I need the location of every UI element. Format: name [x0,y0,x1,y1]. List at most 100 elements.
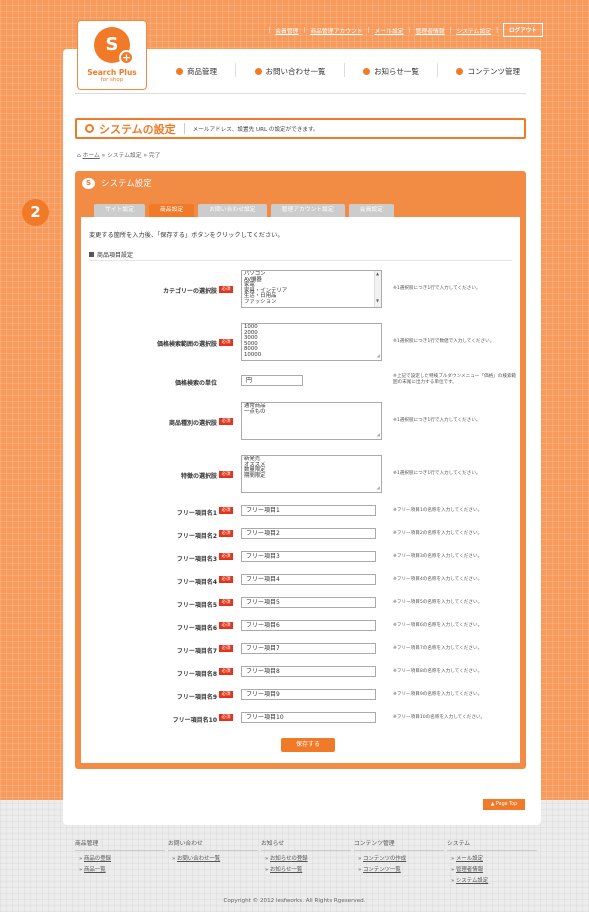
footer-col-news: お知らせ » お知らせの登録 » お知らせ一覧 [261,838,351,873]
footer-link[interactable]: システム設定 [456,878,488,884]
copyright: Copyright © 2012 lesfworks. All Rights R… [223,898,366,904]
logo[interactable]: S + Search Plus for shop [77,20,147,90]
required-badge: 必須 [219,530,233,537]
footer-link[interactable]: 管理者情報 [456,867,483,873]
footer-link[interactable]: 商品の登録 [84,856,111,862]
footer-col-inquiries: お問い合わせ » お問い合わせ一覧 [168,838,258,862]
tab-admin-account[interactable]: 管理アカウント設定 [270,204,345,217]
free-item-input[interactable]: フリー項目1 [241,505,376,516]
instruction-text: 変更する箇所を入力後、「保存する」ボタンをクリックしてください。 [89,232,284,239]
tab-member[interactable]: 会員設定 [348,204,394,217]
bullet-icon [176,68,183,75]
free-item-note: ※フリー項目6の名称を入力してください。 [393,623,483,628]
free-item-note: ※フリー項目9の名称を入力してください。 [393,692,483,697]
features-note: ※1選択肢につき1行で入力してください。 [393,471,481,476]
required-badge: 必須 [219,668,233,675]
link-product-account[interactable]: 商品管理アカウント [310,26,362,35]
bullet-icon [363,68,371,75]
link-system-settings[interactable]: システム設定 [456,26,491,35]
page-title-box: システムの設定 メールアドレス、設置先 URL の設定ができます。 [75,118,526,139]
product-type-textarea[interactable]: 通常商品 一点もの ◢ [241,402,382,440]
nav-contents[interactable]: コンテンツ管理 [450,66,526,77]
settings-logo-icon: S [82,177,95,189]
link-admin-info[interactable]: 管理者情報 [416,26,445,35]
features-textarea[interactable]: 新発売 オススメ 数量限定 期間限定 ◢ [241,455,382,493]
free-item-note: ※フリー項目4の名称を入力してください。 [393,577,483,582]
free-item-input[interactable]: フリー項目5 [241,597,376,608]
settings-tabs: サイト設定 商品設定 お問い合わせ設定 管理アカウント設定 会員設定 [94,204,394,217]
tab-site[interactable]: サイト設定 [94,204,145,217]
logout-button[interactable]: ログアウト [503,23,543,37]
free-item-label: フリー項目名9 [176,694,217,701]
nav-products[interactable]: 商品管理 [170,66,223,77]
scrollbar[interactable] [374,271,381,307]
free-item-input[interactable]: フリー項目8 [241,666,376,677]
settings-title: システム設定 [101,179,152,189]
resize-grip-icon[interactable]: ◢ [377,433,380,439]
free-item-input[interactable]: フリー項目6 [241,620,376,631]
settings-header: S システム設定 [75,171,526,195]
free-item-note: ※フリー項目5の名称を入力してください。 [393,600,483,605]
nav-inquiries[interactable]: お問い合わせ一覧 [249,66,332,77]
breadcrumb: ⌂ ホーム » システム設定 » 完了 [77,153,161,159]
required-badge: 必須 [219,339,233,346]
category-textarea[interactable]: パソコン AV機器 家電 家具・インテリア 生活・日用品 ファッション [241,270,382,308]
free-item-label: フリー項目名6 [176,625,217,632]
free-item-note: ※フリー項目1の名称を入力してください。 [393,508,483,513]
price-range-note: ※1選択肢につき1行で数値で入力してください。 [393,339,495,344]
free-item-input[interactable]: フリー項目7 [241,643,376,654]
footer-link[interactable]: コンテンツ一覧 [363,867,401,873]
footer-link[interactable]: お知らせ一覧 [270,867,302,873]
free-item-input[interactable]: フリー項目4 [241,574,376,585]
free-item-input[interactable]: フリー項目3 [241,551,376,562]
link-mail-settings[interactable]: メール設定 [375,26,404,35]
free-item-input[interactable]: フリー項目10 [241,712,376,723]
page-title: システムの設定 [99,122,176,136]
required-badge: 必須 [219,576,233,583]
settings-box: S システム設定 サイト設定 商品設定 お問い合わせ設定 管理アカウント設定 会… [75,171,526,769]
step-badge: 2 [22,199,49,226]
logo-mark-icon: S + [94,27,134,65]
price-unit-note: ※上記で設定した特検プルダウンメニュー「価格」の検索範囲の末尾に出力する単位です… [393,374,517,385]
category-label: カテゴリーの選択肢 [162,288,217,295]
free-item-label: フリー項目名8 [176,671,217,678]
tab-inquiry[interactable]: お問い合わせ設定 [198,204,267,217]
settings-form: 変更する箇所を入力後、「保存する」ボタンをクリックしてください。 商品項目設定 … [81,217,520,763]
footer-link[interactable]: お問い合わせ一覧 [177,856,220,862]
free-item-input[interactable]: フリー項目2 [241,528,376,539]
free-item-note: ※フリー項目10の名称を入力してください。 [393,715,486,720]
price-range-textarea[interactable]: 1000 2000 3000 5000 8000 10000 ◢ [241,323,382,361]
footer-link[interactable]: コンテンツの作成 [363,856,406,862]
nav-divider [75,93,526,94]
required-badge: 必須 [219,645,233,652]
footer-link[interactable]: メール設定 [456,856,483,862]
resize-grip-icon[interactable]: ◢ [377,486,380,492]
required-badge: 必須 [219,507,233,514]
logo-subtitle: for shop [100,77,124,83]
footer-links: 商品管理 » 商品の登録 » 商品一覧 お問い合わせ » お問い合わせ一覧 お知… [63,829,541,889]
save-button[interactable]: 保存する [281,738,335,752]
breadcrumb-current: 完了 [148,153,161,159]
required-badge: 必須 [219,286,233,293]
free-item-label: フリー項目名5 [176,602,217,609]
footer-link[interactable]: お知らせの登録 [270,856,308,862]
required-badge: 必須 [219,471,233,478]
link-members[interactable]: 会員管理 [275,26,298,35]
required-badge: 必須 [219,553,233,560]
tab-product[interactable]: 商品設定 [149,204,195,217]
nav-news[interactable]: お知らせ一覧 [357,66,425,77]
breadcrumb-home[interactable]: ホーム [83,153,100,159]
page-top-button[interactable]: ▲ Page Top [483,799,525,810]
product-type-note: ※1選択肢につき1行で入力してください。 [393,418,481,423]
free-item-note: ※フリー項目8の名称を入力してください。 [393,669,483,674]
price-unit-input[interactable]: 円 [241,375,303,386]
footer-link[interactable]: 商品一覧 [84,867,106,873]
required-badge: 必須 [219,714,233,721]
free-item-label: フリー項目名4 [176,579,217,586]
square-icon [89,252,94,257]
free-item-label: フリー項目名10 [172,717,217,724]
bullet-icon [254,68,262,75]
free-item-input[interactable]: フリー項目9 [241,689,376,700]
resize-grip-icon[interactable]: ◢ [377,354,380,360]
product-type-label: 商品種別の選択肢 [168,420,217,427]
